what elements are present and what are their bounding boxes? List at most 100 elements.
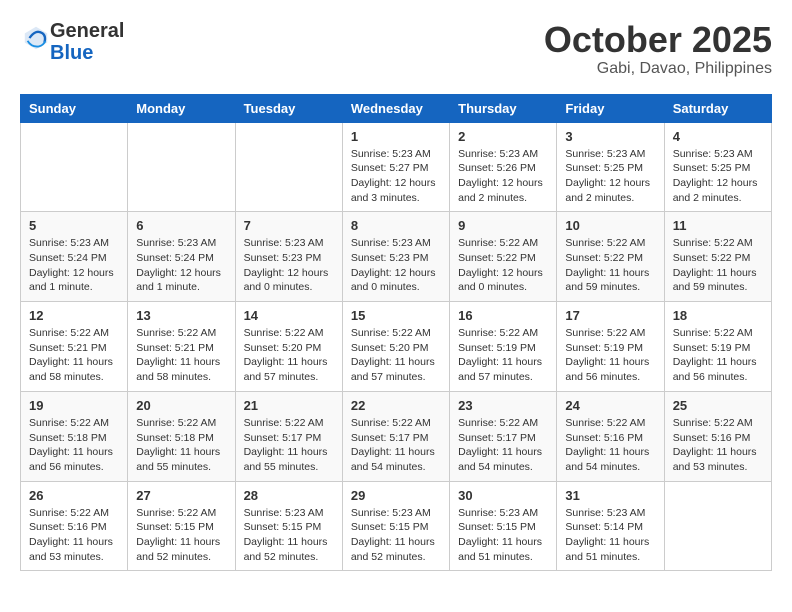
day-number: 7 [244,218,334,233]
day-info: Sunrise: 5:22 AM Sunset: 5:22 PM Dayligh… [458,236,548,295]
calendar-cell: 19Sunrise: 5:22 AM Sunset: 5:18 PM Dayli… [21,391,128,481]
day-info: Sunrise: 5:23 AM Sunset: 5:26 PM Dayligh… [458,147,548,206]
day-number: 5 [29,218,119,233]
logo-icon [22,24,50,52]
day-number: 25 [673,398,763,413]
day-number: 1 [351,129,441,144]
header-friday: Friday [557,94,664,122]
day-info: Sunrise: 5:22 AM Sunset: 5:20 PM Dayligh… [244,326,334,385]
day-number: 18 [673,308,763,323]
day-number: 19 [29,398,119,413]
day-info: Sunrise: 5:22 AM Sunset: 5:16 PM Dayligh… [673,416,763,475]
day-info: Sunrise: 5:22 AM Sunset: 5:22 PM Dayligh… [673,236,763,295]
calendar-cell: 26Sunrise: 5:22 AM Sunset: 5:16 PM Dayli… [21,481,128,571]
calendar-cell: 4Sunrise: 5:23 AM Sunset: 5:25 PM Daylig… [664,122,771,212]
day-info: Sunrise: 5:22 AM Sunset: 5:17 PM Dayligh… [351,416,441,475]
calendar-cell: 8Sunrise: 5:23 AM Sunset: 5:23 PM Daylig… [342,212,449,302]
calendar-cell: 31Sunrise: 5:23 AM Sunset: 5:14 PM Dayli… [557,481,664,571]
logo-blue: Blue [50,42,93,64]
day-info: Sunrise: 5:22 AM Sunset: 5:20 PM Dayligh… [351,326,441,385]
calendar-week-4: 19Sunrise: 5:22 AM Sunset: 5:18 PM Dayli… [21,391,772,481]
header-thursday: Thursday [450,94,557,122]
calendar-cell: 6Sunrise: 5:23 AM Sunset: 5:24 PM Daylig… [128,212,235,302]
calendar-cell: 24Sunrise: 5:22 AM Sunset: 5:16 PM Dayli… [557,391,664,481]
day-info: Sunrise: 5:22 AM Sunset: 5:19 PM Dayligh… [673,326,763,385]
day-number: 20 [136,398,226,413]
calendar-week-3: 12 Sunrise: 5:22 AM Sunset: 5:21 PM Dayli… [21,302,772,392]
header-wednesday: Wednesday [342,94,449,122]
logo: General Blue [20,20,124,64]
calendar-week-1: 1 Sunrise: 5:23 AM Sunset: 5:27 PM Daylig… [21,122,772,212]
day-number: 29 [351,488,441,503]
calendar-cell: 28Sunrise: 5:23 AM Sunset: 5:15 PM Dayli… [235,481,342,571]
calendar: Sunday Monday Tuesday Wednesday Thursday… [20,94,772,572]
calendar-cell: 27 Sunrise: 5:22 AM Sunset: 5:15 PM Dayli… [128,481,235,571]
day-info: Sunrise: 5:22 AM Sunset: 5:19 PM Dayligh… [565,326,655,385]
calendar-cell [21,122,128,212]
calendar-cell: 22 Sunrise: 5:22 AM Sunset: 5:17 PM Dayli… [342,391,449,481]
calendar-cell: 10 Sunrise: 5:22 AM Sunset: 5:22 PM Dayli… [557,212,664,302]
day-info: Sunrise: 5:23 AM Sunset: 5:27 PM Dayligh… [351,147,441,206]
day-number: 26 [29,488,119,503]
day-number: 4 [673,129,763,144]
day-info: Sunrise: 5:22 AM Sunset: 5:17 PM Dayligh… [244,416,334,475]
title-block: October 2025 Gabi, Davao, Philippines [544,20,772,78]
day-info: Sunrise: 5:22 AM Sunset: 5:19 PM Dayligh… [458,326,548,385]
calendar-cell: 5 Sunrise: 5:23 AM Sunset: 5:24 PM Daylig… [21,212,128,302]
calendar-cell: 11 Sunrise: 5:22 AM Sunset: 5:22 PM Dayli… [664,212,771,302]
day-number: 12 [29,308,119,323]
day-number: 23 [458,398,548,413]
calendar-cell: 1 Sunrise: 5:23 AM Sunset: 5:27 PM Daylig… [342,122,449,212]
calendar-week-5: 26Sunrise: 5:22 AM Sunset: 5:16 PM Dayli… [21,481,772,571]
day-number: 21 [244,398,334,413]
calendar-cell [128,122,235,212]
day-info: Sunrise: 5:23 AM Sunset: 5:24 PM Dayligh… [29,236,119,295]
day-number: 16 [458,308,548,323]
calendar-cell: 2 Sunrise: 5:23 AM Sunset: 5:26 PM Daylig… [450,122,557,212]
day-info: Sunrise: 5:22 AM Sunset: 5:21 PM Dayligh… [136,326,226,385]
calendar-cell: 15 Sunrise: 5:22 AM Sunset: 5:20 PM Dayli… [342,302,449,392]
day-info: Sunrise: 5:23 AM Sunset: 5:23 PM Dayligh… [244,236,334,295]
day-number: 14 [244,308,334,323]
day-number: 24 [565,398,655,413]
day-number: 22 [351,398,441,413]
calendar-cell: 23Sunrise: 5:22 AM Sunset: 5:17 PM Dayli… [450,391,557,481]
calendar-cell: 18 Sunrise: 5:22 AM Sunset: 5:19 PM Dayli… [664,302,771,392]
calendar-cell [235,122,342,212]
day-number: 9 [458,218,548,233]
day-number: 30 [458,488,548,503]
day-number: 6 [136,218,226,233]
header-saturday: Saturday [664,94,771,122]
day-number: 13 [136,308,226,323]
logo-general: General [50,20,124,42]
logo-text: General Blue [50,20,124,64]
calendar-cell: 25 Sunrise: 5:22 AM Sunset: 5:16 PM Dayli… [664,391,771,481]
day-number: 10 [565,218,655,233]
page-header: General Blue October 2025 Gabi, Davao, P… [20,20,772,78]
day-info: Sunrise: 5:23 AM Sunset: 5:25 PM Dayligh… [565,147,655,206]
calendar-cell: 12Sunrise: 5:22 AM Sunset: 5:21 PM Dayli… [21,302,128,392]
day-info: Sunrise: 5:23 AM Sunset: 5:15 PM Dayligh… [244,506,334,565]
day-info: Sunrise: 5:23 AM Sunset: 5:15 PM Dayligh… [351,506,441,565]
calendar-body: 1 Sunrise: 5:23 AM Sunset: 5:27 PM Daylig… [21,122,772,571]
calendar-cell: 30 Sunrise: 5:23 AM Sunset: 5:15 PM Dayli… [450,481,557,571]
day-info: Sunrise: 5:22 AM Sunset: 5:22 PM Dayligh… [565,236,655,295]
day-number: 2 [458,129,548,144]
header-sunday: Sunday [21,94,128,122]
calendar-cell: 17Sunrise: 5:22 AM Sunset: 5:19 PM Dayli… [557,302,664,392]
calendar-cell: 16 Sunrise: 5:22 AM Sunset: 5:19 PM Dayli… [450,302,557,392]
day-number: 15 [351,308,441,323]
day-number: 11 [673,218,763,233]
day-info: Sunrise: 5:23 AM Sunset: 5:14 PM Dayligh… [565,506,655,565]
calendar-cell: 21 Sunrise: 5:22 AM Sunset: 5:17 PM Dayli… [235,391,342,481]
day-info: Sunrise: 5:22 AM Sunset: 5:15 PM Dayligh… [136,506,226,565]
day-info: Sunrise: 5:23 AM Sunset: 5:23 PM Dayligh… [351,236,441,295]
header-monday: Monday [128,94,235,122]
calendar-cell: 9 Sunrise: 5:22 AM Sunset: 5:22 PM Daylig… [450,212,557,302]
day-number: 3 [565,129,655,144]
header-tuesday: Tuesday [235,94,342,122]
day-info: Sunrise: 5:23 AM Sunset: 5:15 PM Dayligh… [458,506,548,565]
calendar-header: Sunday Monday Tuesday Wednesday Thursday… [21,94,772,122]
day-number: 27 [136,488,226,503]
calendar-cell: 7 Sunrise: 5:23 AM Sunset: 5:23 PM Daylig… [235,212,342,302]
